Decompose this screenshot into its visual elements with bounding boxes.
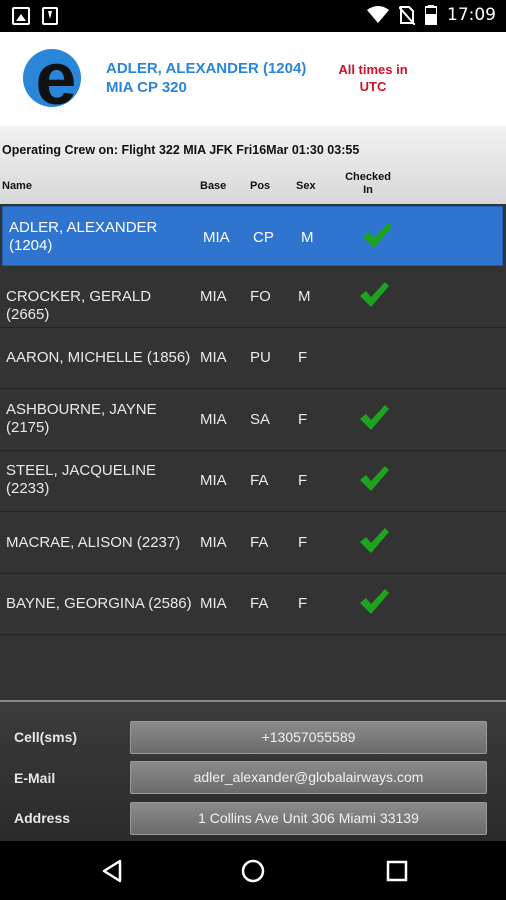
column-header-name: Name — [2, 180, 32, 192]
crew-name: CROCKER, GERALD (2665) — [6, 288, 196, 324]
crew-name-line1: ASHBOURNE, JAYNE — [6, 400, 157, 418]
crew-name: BAYNE, GEORGINA (2586) — [6, 595, 196, 613]
checked-in-header-line2: In — [363, 184, 373, 196]
column-header-sex: Sex — [296, 180, 316, 192]
address-label: Address — [14, 810, 71, 826]
navigation-bar — [0, 841, 506, 900]
crew-row[interactable]: AARON, MICHELLE (1856) MIA PU F — [0, 327, 506, 389]
crew-row[interactable]: MACRAE, ALISON (2237) MIA FA F — [0, 512, 506, 574]
app-logo: e — [23, 42, 81, 114]
crew-row[interactable]: STEEL, JACQUELINE (2233) MIA FA F — [0, 450, 506, 512]
timezone-note-line2: UTC — [359, 79, 387, 94]
crew-sex: F — [298, 410, 308, 428]
crew-assignment: MIA CP 320 — [106, 79, 187, 96]
email-label: E-Mail — [14, 770, 56, 786]
crew-member-name: ADLER, ALEXANDER (1204) — [106, 60, 307, 77]
back-icon[interactable] — [99, 858, 125, 884]
cell-field[interactable]: +13057055589 — [130, 721, 487, 754]
crew-sex: F — [298, 472, 308, 489]
crew-sex: M — [301, 229, 314, 246]
checkmark-icon — [360, 466, 389, 491]
crew-name-line1: BAYNE, GEORGINA (2586) — [6, 595, 192, 612]
crew-sex: F — [298, 595, 308, 612]
crew-member-summary: ADLER, ALEXANDER (1204) MIA CP 320 — [106, 59, 306, 97]
logo-letter: e — [35, 42, 76, 114]
timezone-note: All times in UTC — [330, 61, 416, 95]
crew-name-line1: MACRAE, ALISON (2237) — [6, 533, 181, 551]
no-sim-icon — [399, 6, 415, 25]
crew-sex: M — [298, 287, 311, 305]
crew-name: STEEL, JACQUELINE (2233) — [6, 462, 196, 498]
crew-name: AARON, MICHELLE (1856) — [6, 349, 196, 367]
crew-name: ASHBOURNE, JAYNE (2175) — [6, 401, 196, 437]
crew-name-line2: (1204) — [9, 237, 53, 254]
battery-icon — [425, 5, 437, 25]
checkmark-icon — [360, 404, 389, 430]
checkmark-icon — [360, 589, 389, 614]
crew-position: FA — [250, 472, 269, 489]
crew-base: MIA — [203, 229, 230, 246]
crew-name-line1: ADLER, ALEXANDER — [9, 219, 158, 236]
column-header-pos: Pos — [250, 180, 271, 192]
crew-base: MIA — [200, 287, 227, 305]
operating-crew-title: Operating Crew on: Flight 322 MIA JFK Fr… — [2, 143, 360, 157]
crew-name-line1: STEEL, JACQUELINE — [6, 462, 157, 479]
crew-base: MIA — [200, 595, 227, 612]
checkmark-icon — [363, 223, 392, 248]
recents-icon[interactable] — [384, 858, 410, 884]
crew-position: CP — [253, 229, 274, 246]
gallery-icon — [12, 7, 30, 25]
crew-position: PU — [250, 349, 271, 366]
crew-sex: F — [298, 533, 308, 551]
crew-name-line2: (2233) — [6, 480, 50, 497]
crew-name-line2: (2175) — [6, 418, 50, 436]
checkmark-icon — [360, 527, 389, 553]
email-field[interactable]: adler_alexander@globalairways.com — [130, 761, 487, 794]
column-header-base: Base — [200, 180, 227, 192]
crew-header: Operating Crew on: Flight 322 MIA JFK Fr… — [0, 126, 506, 204]
crew-row[interactable]: ASHBOURNE, JAYNE (2175) MIA SA F — [0, 389, 506, 451]
download-icon — [42, 7, 58, 25]
crew-row[interactable]: CROCKER, GERALD (2665) MIA FO M — [0, 266, 506, 328]
app-header: e ADLER, ALEXANDER (1204) MIA CP 320 All… — [0, 32, 506, 126]
crew-position: SA — [250, 410, 271, 428]
crew-position: FA — [250, 533, 269, 551]
crew-name: MACRAE, ALISON (2237) — [6, 534, 196, 552]
crew-base: MIA — [200, 472, 227, 489]
address-field[interactable]: 1 Collins Ave Unit 306 Miami 33139 — [130, 802, 487, 835]
home-icon[interactable] — [240, 858, 266, 884]
wifi-icon — [367, 6, 389, 23]
crew-row[interactable]: BAYNE, GEORGINA (2586) MIA FA F — [0, 573, 506, 635]
timezone-note-line1: All times in — [338, 62, 408, 77]
status-bar: 17:09 — [0, 0, 506, 32]
checked-in-header-line1: Checked — [345, 171, 391, 183]
crew-base: MIA — [200, 349, 227, 366]
checkmark-icon — [360, 281, 389, 307]
crew-name-line1: CROCKER, GERALD (2665) — [6, 287, 152, 323]
crew-position: FA — [250, 595, 269, 612]
column-header-checked-in: Checked In — [338, 171, 398, 197]
crew-base: MIA — [200, 533, 227, 551]
crew-name: ADLER, ALEXANDER (1204) — [9, 219, 199, 255]
crew-row[interactable]: ADLER, ALEXANDER (1204) MIA CP M — [2, 206, 503, 266]
crew-base: MIA — [200, 410, 227, 428]
crew-position: FO — [250, 287, 271, 305]
crew-name-line1: AARON, MICHELLE (1856) — [6, 349, 191, 366]
clock: 17:09 — [447, 5, 496, 25]
crew-sex: F — [298, 349, 308, 366]
contact-panel: Cell(sms) +13057055589 E-Mail adler_alex… — [0, 702, 506, 841]
crew-list[interactable]: ADLER, ALEXANDER (1204) MIA CP M CROCKER, GER… — [0, 204, 506, 700]
cell-label: Cell(sms) — [14, 729, 78, 745]
